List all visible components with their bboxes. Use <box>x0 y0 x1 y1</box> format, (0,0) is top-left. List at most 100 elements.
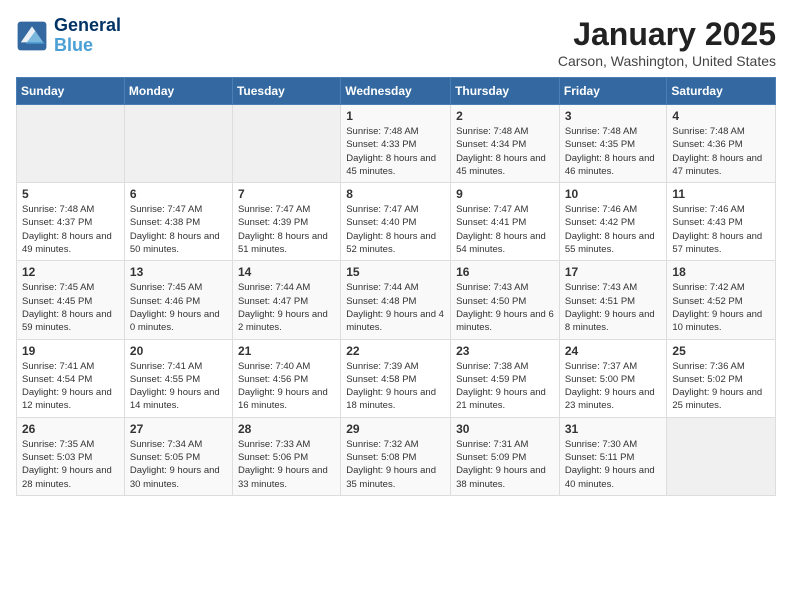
calendar-header-tuesday: Tuesday <box>232 78 340 105</box>
day-number: 12 <box>22 265 119 279</box>
day-info: Sunrise: 7:47 AMSunset: 4:38 PMDaylight:… <box>130 203 227 256</box>
day-number: 19 <box>22 344 119 358</box>
day-info: Sunrise: 7:30 AMSunset: 5:11 PMDaylight:… <box>565 438 662 491</box>
day-number: 3 <box>565 109 662 123</box>
day-number: 1 <box>346 109 445 123</box>
day-number: 10 <box>565 187 662 201</box>
day-info: Sunrise: 7:41 AMSunset: 4:54 PMDaylight:… <box>22 360 119 413</box>
calendar-cell: 24 Sunrise: 7:37 AMSunset: 5:00 PMDayligh… <box>559 339 667 417</box>
calendar-cell: 4 Sunrise: 7:48 AMSunset: 4:36 PMDaylight… <box>667 105 776 183</box>
day-info: Sunrise: 7:38 AMSunset: 4:59 PMDaylight:… <box>456 360 554 413</box>
day-number: 29 <box>346 422 445 436</box>
calendar-cell: 26Sunrise: 7:35 AMSunset: 5:03 PMDayligh… <box>17 417 125 495</box>
day-number: 16 <box>456 265 554 279</box>
calendar-cell: 5 Sunrise: 7:48 AMSunset: 4:37 PMDaylight… <box>17 183 125 261</box>
logo-line1: General <box>54 16 121 36</box>
day-info: Sunrise: 7:39 AMSunset: 4:58 PMDaylight:… <box>346 360 445 413</box>
logo-text: General Blue <box>54 16 121 56</box>
calendar-week-row: 1Sunrise: 7:48 AMSunset: 4:33 PMDaylight… <box>17 105 776 183</box>
day-info: Sunrise: 7:46 AMSunset: 4:43 PMDaylight:… <box>672 203 770 256</box>
calendar-cell: 21 Sunrise: 7:40 AMSunset: 4:56 PMDayligh… <box>232 339 340 417</box>
calendar-cell: 30 Sunrise: 7:31 AMSunset: 5:09 PMDayligh… <box>451 417 560 495</box>
day-number: 9 <box>456 187 554 201</box>
day-number: 17 <box>565 265 662 279</box>
day-info: Sunrise: 7:42 AMSunset: 4:52 PMDaylight:… <box>672 281 770 334</box>
calendar-header-monday: Monday <box>124 78 232 105</box>
day-number: 4 <box>672 109 770 123</box>
calendar-cell: 19 Sunrise: 7:41 AMSunset: 4:54 PMDayligh… <box>17 339 125 417</box>
day-info: Sunrise: 7:48 AMSunset: 4:37 PMDaylight:… <box>22 203 119 256</box>
calendar-cell: 17 Sunrise: 7:43 AMSunset: 4:51 PMDayligh… <box>559 261 667 339</box>
day-number: 14 <box>238 265 335 279</box>
calendar-cell: 18 Sunrise: 7:42 AMSunset: 4:52 PMDayligh… <box>667 261 776 339</box>
day-info: Sunrise: 7:48 AMSunset: 4:36 PMDaylight:… <box>672 125 770 178</box>
calendar-header-friday: Friday <box>559 78 667 105</box>
day-info: Sunrise: 7:46 AMSunset: 4:42 PMDaylight:… <box>565 203 662 256</box>
day-number: 6 <box>130 187 227 201</box>
day-number: 24 <box>565 344 662 358</box>
day-number: 27 <box>130 422 227 436</box>
calendar-week-row: 19 Sunrise: 7:41 AMSunset: 4:54 PMDayligh… <box>17 339 776 417</box>
day-number: 2 <box>456 109 554 123</box>
day-number: 18 <box>672 265 770 279</box>
month-title: January 2025 <box>558 16 776 53</box>
calendar-cell: 20Sunrise: 7:41 AMSunset: 4:55 PMDayligh… <box>124 339 232 417</box>
calendar-header-saturday: Saturday <box>667 78 776 105</box>
calendar-cell: 31Sunrise: 7:30 AMSunset: 5:11 PMDayligh… <box>559 417 667 495</box>
calendar: SundayMondayTuesdayWednesdayThursdayFrid… <box>16 77 776 496</box>
day-info: Sunrise: 7:36 AMSunset: 5:02 PMDaylight:… <box>672 360 770 413</box>
day-info: Sunrise: 7:43 AMSunset: 4:51 PMDaylight:… <box>565 281 662 334</box>
day-number: 28 <box>238 422 335 436</box>
day-number: 20 <box>130 344 227 358</box>
calendar-cell: 23Sunrise: 7:38 AMSunset: 4:59 PMDayligh… <box>451 339 560 417</box>
calendar-header-thursday: Thursday <box>451 78 560 105</box>
day-number: 7 <box>238 187 335 201</box>
calendar-cell <box>17 105 125 183</box>
title-block: January 2025 Carson, Washington, United … <box>558 16 776 69</box>
calendar-week-row: 12 Sunrise: 7:45 AMSunset: 4:45 PMDayligh… <box>17 261 776 339</box>
page-header: General Blue January 2025 Carson, Washin… <box>16 16 776 69</box>
calendar-cell: 25 Sunrise: 7:36 AMSunset: 5:02 PMDayligh… <box>667 339 776 417</box>
day-info: Sunrise: 7:47 AMSunset: 4:40 PMDaylight:… <box>346 203 445 256</box>
day-info: Sunrise: 7:45 AMSunset: 4:45 PMDaylight:… <box>22 281 119 334</box>
calendar-header-row: SundayMondayTuesdayWednesdayThursdayFrid… <box>17 78 776 105</box>
day-info: Sunrise: 7:47 AMSunset: 4:41 PMDaylight:… <box>456 203 554 256</box>
day-number: 30 <box>456 422 554 436</box>
calendar-week-row: 5 Sunrise: 7:48 AMSunset: 4:37 PMDaylight… <box>17 183 776 261</box>
day-info: Sunrise: 7:43 AMSunset: 4:50 PMDaylight:… <box>456 281 554 334</box>
logo: General Blue <box>16 16 121 56</box>
calendar-cell: 28 Sunrise: 7:33 AMSunset: 5:06 PMDayligh… <box>232 417 340 495</box>
calendar-cell: 14 Sunrise: 7:44 AMSunset: 4:47 PMDayligh… <box>232 261 340 339</box>
day-info: Sunrise: 7:48 AMSunset: 4:35 PMDaylight:… <box>565 125 662 178</box>
day-info: Sunrise: 7:35 AMSunset: 5:03 PMDaylight:… <box>22 438 119 491</box>
day-info: Sunrise: 7:40 AMSunset: 4:56 PMDaylight:… <box>238 360 335 413</box>
calendar-cell: 6 Sunrise: 7:47 AMSunset: 4:38 PMDaylight… <box>124 183 232 261</box>
logo-line2: Blue <box>54 36 121 56</box>
calendar-cell: 22 Sunrise: 7:39 AMSunset: 4:58 PMDayligh… <box>341 339 451 417</box>
day-number: 8 <box>346 187 445 201</box>
day-number: 22 <box>346 344 445 358</box>
day-number: 13 <box>130 265 227 279</box>
calendar-cell: 15Sunrise: 7:44 AMSunset: 4:48 PMDayligh… <box>341 261 451 339</box>
day-info: Sunrise: 7:45 AMSunset: 4:46 PMDaylight:… <box>130 281 227 334</box>
day-info: Sunrise: 7:34 AMSunset: 5:05 PMDaylight:… <box>130 438 227 491</box>
calendar-cell: 9 Sunrise: 7:47 AMSunset: 4:41 PMDaylight… <box>451 183 560 261</box>
calendar-cell: 3 Sunrise: 7:48 AMSunset: 4:35 PMDaylight… <box>559 105 667 183</box>
calendar-cell: 29Sunrise: 7:32 AMSunset: 5:08 PMDayligh… <box>341 417 451 495</box>
calendar-cell: 12 Sunrise: 7:45 AMSunset: 4:45 PMDayligh… <box>17 261 125 339</box>
calendar-cell <box>232 105 340 183</box>
day-number: 25 <box>672 344 770 358</box>
day-info: Sunrise: 7:31 AMSunset: 5:09 PMDaylight:… <box>456 438 554 491</box>
day-number: 15 <box>346 265 445 279</box>
calendar-cell: 27 Sunrise: 7:34 AMSunset: 5:05 PMDayligh… <box>124 417 232 495</box>
day-number: 5 <box>22 187 119 201</box>
day-info: Sunrise: 7:37 AMSunset: 5:00 PMDaylight:… <box>565 360 662 413</box>
day-number: 21 <box>238 344 335 358</box>
location-title: Carson, Washington, United States <box>558 53 776 69</box>
day-number: 11 <box>672 187 770 201</box>
day-info: Sunrise: 7:33 AMSunset: 5:06 PMDaylight:… <box>238 438 335 491</box>
day-info: Sunrise: 7:44 AMSunset: 4:47 PMDaylight:… <box>238 281 335 334</box>
day-info: Sunrise: 7:47 AMSunset: 4:39 PMDaylight:… <box>238 203 335 256</box>
calendar-header-wednesday: Wednesday <box>341 78 451 105</box>
calendar-cell: 7 Sunrise: 7:47 AMSunset: 4:39 PMDaylight… <box>232 183 340 261</box>
